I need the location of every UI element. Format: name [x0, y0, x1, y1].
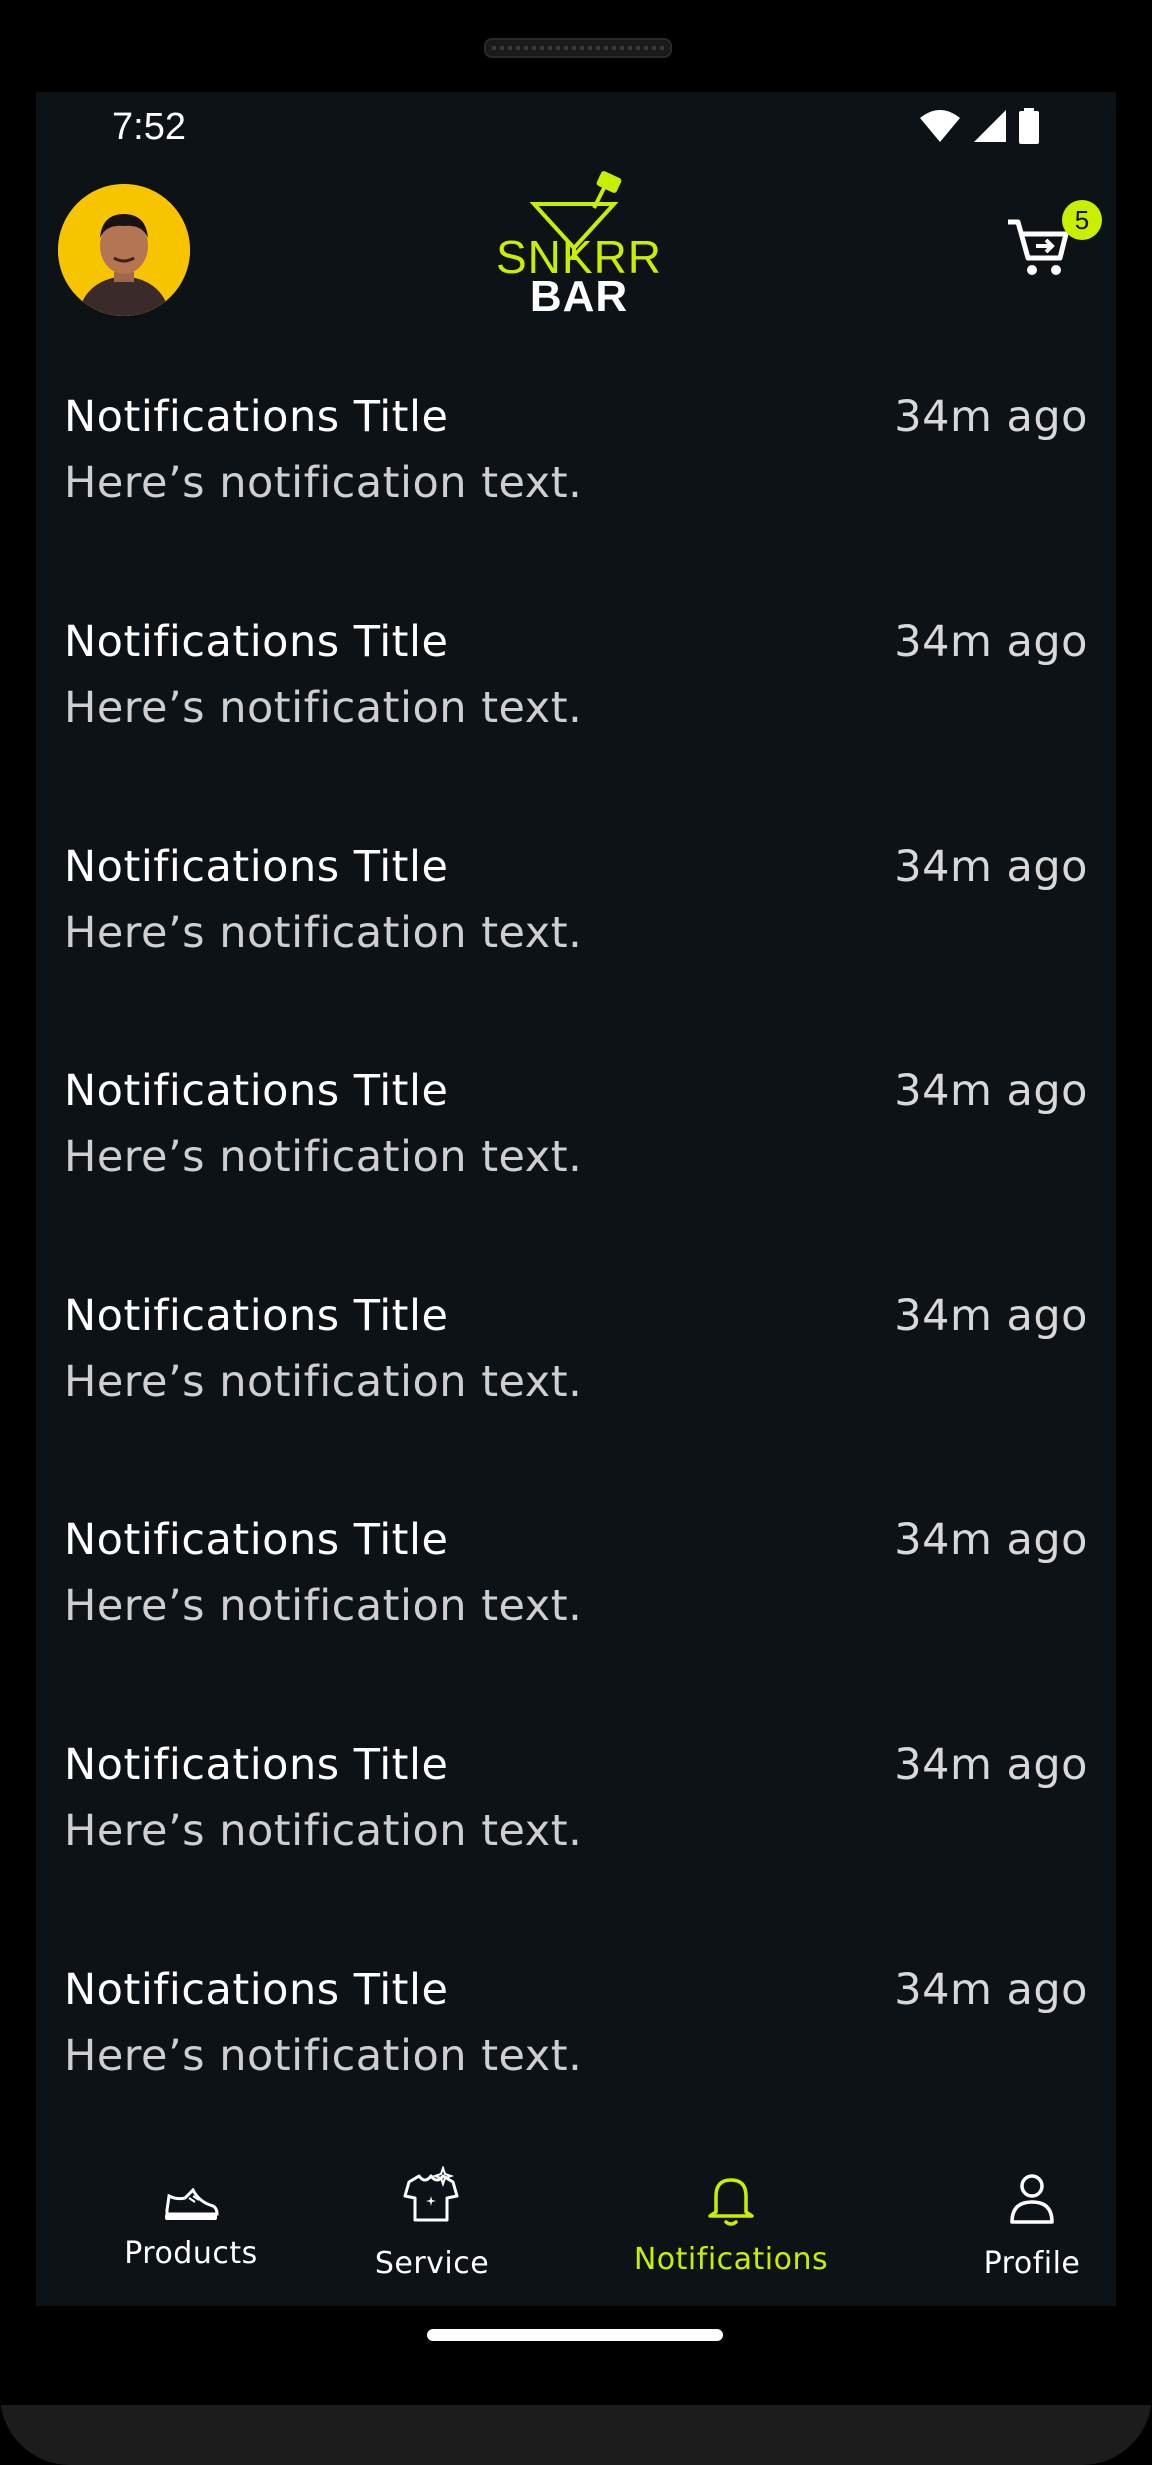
- notification-time: 34m ago: [894, 617, 1088, 667]
- notification-title: Notifications Title: [64, 842, 449, 892]
- notification-text: Here’s notification text.: [64, 458, 583, 508]
- notification-title: Notifications Title: [64, 392, 449, 442]
- nav-label-profile: Profile: [983, 2246, 1081, 2281]
- app-header: SNKRR BAR 5: [36, 162, 1116, 362]
- notification-title: Notifications Title: [64, 617, 449, 667]
- cart-count-badge: 5: [1062, 200, 1102, 240]
- notification-item[interactable]: Notifications Title 34m ago Here’s notif…: [64, 842, 1088, 1042]
- avatar-portrait-icon: [58, 184, 190, 316]
- wifi-icon: [918, 108, 962, 148]
- app-screen: 7:52 SNKRR BAR 5 Notifications Title 34m…: [36, 92, 1116, 2306]
- notification-text: Here’s notification text.: [64, 908, 583, 958]
- notification-title: Notifications Title: [64, 1291, 449, 1341]
- notification-title: Notifications Title: [64, 1066, 449, 1116]
- status-icons: [918, 108, 1040, 148]
- cart-button[interactable]: 5: [1004, 200, 1102, 284]
- nav-label-products: Products: [124, 2236, 258, 2271]
- notification-time: 34m ago: [894, 1740, 1088, 1790]
- notification-text: Here’s notification text.: [64, 1357, 583, 1407]
- notification-text: Here’s notification text.: [64, 1132, 583, 1182]
- notification-item[interactable]: Notifications Title 34m ago Here’s notif…: [64, 392, 1088, 592]
- nav-item-notifications[interactable]: Notifications: [611, 2154, 851, 2306]
- notification-title: Notifications Title: [64, 1965, 449, 2015]
- notification-text: Here’s notification text.: [64, 683, 583, 733]
- notification-text: Here’s notification text.: [64, 1806, 583, 1856]
- notification-text: Here’s notification text.: [64, 2031, 583, 2081]
- nav-item-service[interactable]: Service: [312, 2154, 552, 2306]
- notification-item[interactable]: Notifications Title 34m ago Here’s notif…: [64, 1965, 1088, 2165]
- home-indicator[interactable]: [427, 2329, 723, 2341]
- phone-frame: 7:52 SNKRR BAR 5 Notifications Title 34m…: [0, 0, 1152, 2465]
- notification-time: 34m ago: [894, 1965, 1088, 2015]
- battery-icon: [1018, 108, 1040, 148]
- notification-time: 34m ago: [894, 1515, 1088, 1565]
- user-avatar[interactable]: [58, 184, 190, 316]
- notification-time: 34m ago: [894, 392, 1088, 442]
- notification-time: 34m ago: [894, 1066, 1088, 1116]
- notification-title: Notifications Title: [64, 1740, 449, 1790]
- snkrr-bar-logo: SNKRR BAR: [484, 168, 674, 321]
- nav-label-service: Service: [374, 2246, 490, 2281]
- notification-item[interactable]: Notifications Title 34m ago Here’s notif…: [64, 1515, 1088, 1715]
- notification-time: 34m ago: [894, 842, 1088, 892]
- bell-icon: [706, 2172, 756, 2232]
- nav-item-products[interactable]: Products: [71, 2154, 311, 2306]
- notification-text: Here’s notification text.: [64, 1581, 583, 1631]
- phone-chin: [0, 2405, 1152, 2465]
- notification-item[interactable]: Notifications Title 34m ago Here’s notif…: [64, 1291, 1088, 1491]
- nav-item-profile[interactable]: Profile: [912, 2154, 1116, 2306]
- status-bar: 7:52: [36, 92, 1116, 162]
- earpiece-speaker: [484, 38, 672, 58]
- notification-item[interactable]: Notifications Title 34m ago Here’s notif…: [64, 1066, 1088, 1266]
- shirt-sparkle-icon: [401, 2164, 463, 2228]
- notification-item[interactable]: Notifications Title 34m ago Here’s notif…: [64, 617, 1088, 817]
- notification-item[interactable]: Notifications Title 34m ago Here’s notif…: [64, 1740, 1088, 1940]
- notification-time: 34m ago: [894, 1291, 1088, 1341]
- notification-title: Notifications Title: [64, 1515, 449, 1565]
- bottom-navigation: Products Service Notifications Profile: [36, 2154, 1116, 2306]
- person-icon: [1008, 2172, 1056, 2230]
- status-time: 7:52: [112, 106, 186, 148]
- logo-text-bottom: BAR: [529, 272, 629, 321]
- cell-signal-icon: [972, 108, 1008, 148]
- nav-label-notifications: Notifications: [633, 2242, 829, 2277]
- sneaker-icon: [163, 2187, 219, 2226]
